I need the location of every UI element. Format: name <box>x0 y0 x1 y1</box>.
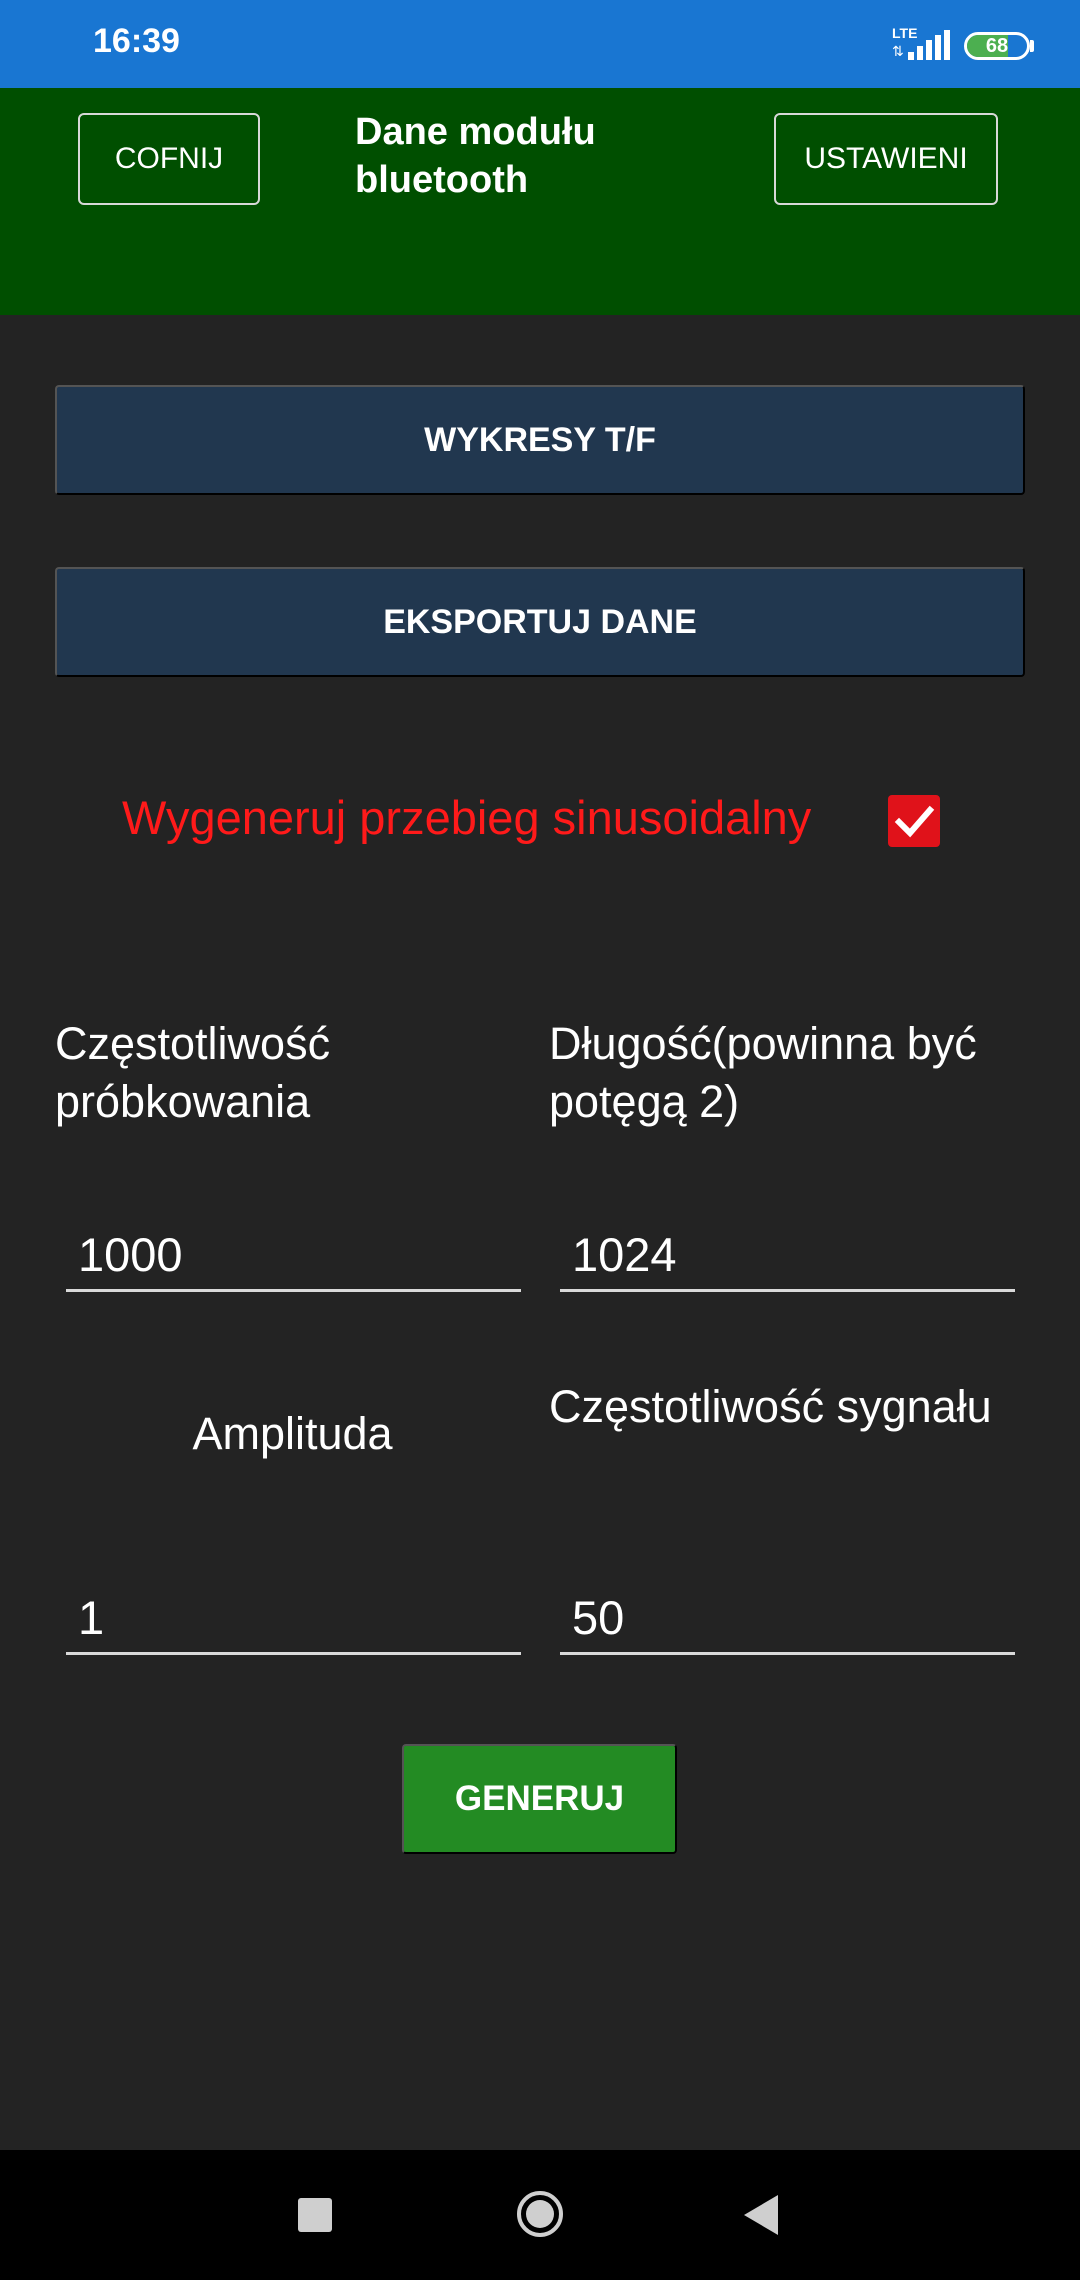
battery-tip <box>1030 40 1034 52</box>
length-label: Długość(powinna być potęgą 2) <box>549 1018 977 1127</box>
back-nav-icon[interactable] <box>744 2195 778 2235</box>
sine-checkbox[interactable] <box>888 795 940 847</box>
settings-button[interactable]: USTAWIENI <box>774 113 998 205</box>
back-button[interactable]: COFNIJ <box>78 113 260 205</box>
generate-button[interactable]: GENERUJ <box>402 1744 677 1854</box>
sine-toggle-label[interactable]: Wygeneruj przebieg sinusoidalny <box>122 790 811 845</box>
signal-frequency-label: Częstotliwość sygnału <box>549 1381 992 1432</box>
export-data-button[interactable]: EKSPORTUJ DANE <box>55 567 1025 677</box>
signal-frequency-input[interactable]: 50 <box>560 1585 1015 1655</box>
battery-level: 68 <box>985 35 1009 57</box>
amplitude-label: Amplituda <box>192 1408 393 1459</box>
recents-icon[interactable] <box>298 2198 332 2232</box>
charts-button[interactable]: WYKRESY T/F <box>55 385 1025 495</box>
sampling-frequency-label: Częstotliwość próbkowania <box>55 1018 331 1127</box>
length-input[interactable]: 1024 <box>560 1222 1015 1292</box>
battery-icon: 68 <box>964 32 1030 60</box>
amplitude-input[interactable]: 1 <box>66 1585 521 1655</box>
home-icon[interactable] <box>516 2190 564 2238</box>
data-activity-icon: ⇅ <box>892 43 904 59</box>
page-title: Dane modułu bluetooth <box>355 111 596 201</box>
signal-strength-icon <box>908 30 950 60</box>
sampling-frequency-input[interactable]: 1000 <box>66 1222 521 1292</box>
status-time: 16:39 <box>93 22 180 60</box>
checkmark-icon <box>894 805 935 838</box>
